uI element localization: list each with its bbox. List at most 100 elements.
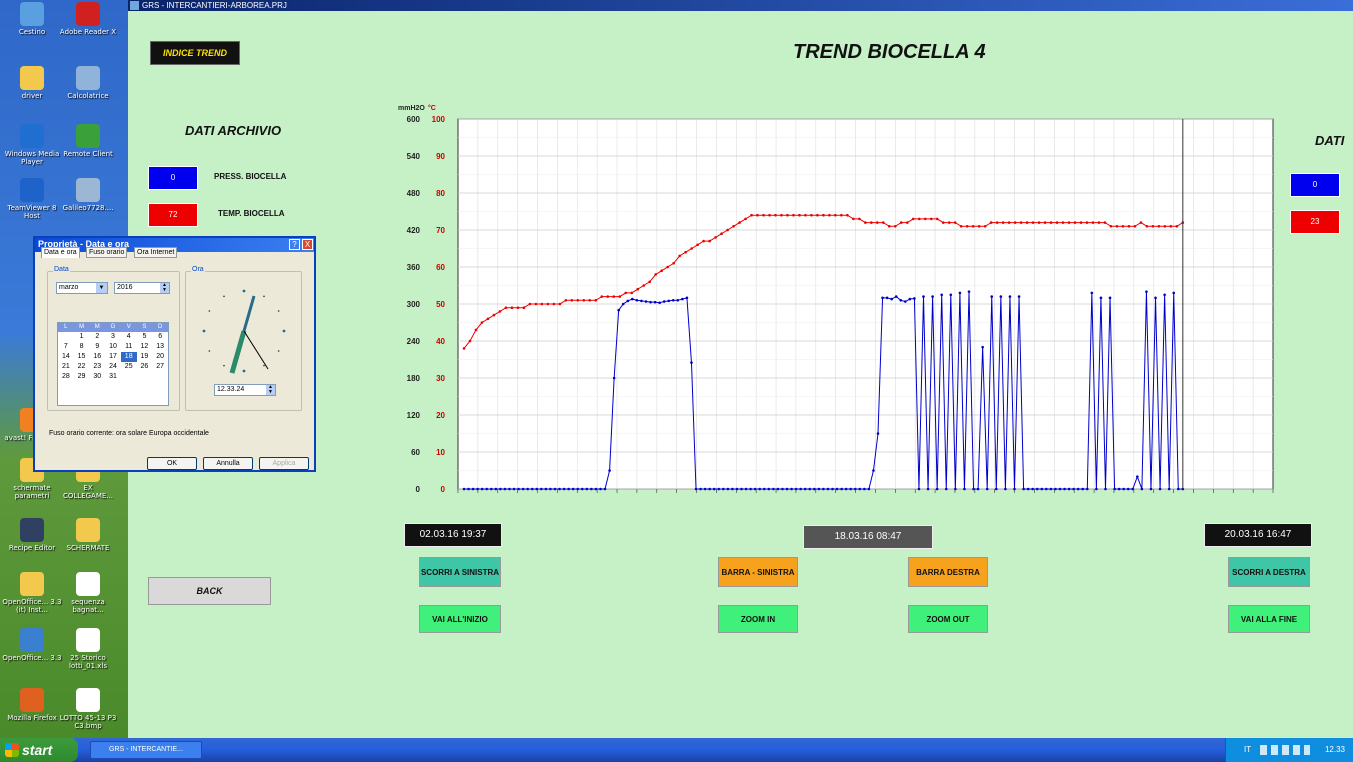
calendar-day[interactable]: 1 (74, 332, 90, 342)
calendar-day[interactable]: 12 (137, 342, 153, 352)
desktop-icon[interactable]: 25 Storico lotti_01.xls (58, 628, 118, 670)
tab-ora-internet[interactable]: Ora Internet (134, 247, 178, 258)
calendar-day[interactable]: 2 (89, 332, 105, 342)
calendar-day[interactable]: 18 (120, 352, 137, 362)
calendar-day[interactable]: 15 (74, 352, 90, 362)
clock-tick (277, 350, 280, 352)
indice-trend-button[interactable]: INDICE TREND (150, 41, 240, 65)
calendar-day[interactable]: 8 (74, 342, 90, 352)
desktop-icon[interactable]: Remote Client (58, 124, 118, 158)
calendar-day[interactable]: 22 (74, 362, 90, 372)
clock[interactable]: 12.33 (1325, 738, 1345, 762)
desktop-icon[interactable]: OpenOffice... 3.3 (2, 628, 62, 662)
calendar-day[interactable]: 21 (58, 362, 74, 372)
series-point (1139, 221, 1143, 224)
desktop-icon-label: Windows Media Player (4, 150, 60, 166)
series-point (1176, 487, 1180, 491)
calendar-day[interactable]: 10 (105, 342, 121, 352)
spinner-arrows-icon[interactable]: ▲ ▼ (160, 283, 169, 293)
desktop-icon[interactable]: Recipe Editor (2, 518, 62, 552)
desktop-icon[interactable]: OpenOffice... 3.3 (it) Inst... (2, 572, 62, 614)
start-button[interactable]: start (0, 738, 78, 762)
desktop-icon[interactable]: Galileo7728.... (58, 178, 118, 212)
applica-button[interactable]: Applica (259, 457, 309, 470)
scorri-destra-button[interactable]: SCORRI A DESTRA (1228, 557, 1310, 587)
series-point (612, 295, 616, 298)
y-left-tick-label: 240 (407, 337, 421, 346)
help-button[interactable]: ? (289, 239, 300, 250)
vai-fine-button[interactable]: VAI ALLA FINE (1228, 605, 1310, 633)
ora-group-label: Ora (191, 266, 205, 273)
series-point (756, 213, 759, 217)
calendar-day[interactable]: 14 (58, 352, 74, 362)
language-indicator[interactable]: IT (1244, 738, 1251, 762)
app-titlebar[interactable]: GRS - INTERCANTIERI-ARBOREA.PRJ (128, 0, 1353, 11)
series-point (1073, 221, 1077, 224)
desktop-icon[interactable]: TeamViewer 8 Host (2, 178, 62, 220)
calendar-day[interactable]: 28 (58, 372, 74, 382)
calendar-day[interactable]: 11 (121, 342, 137, 352)
zoom-in-button[interactable]: ZOOM IN (718, 605, 798, 633)
desktop-icon[interactable]: Mozilla Firefox (2, 688, 62, 722)
calendar-day[interactable]: 3 (105, 332, 121, 342)
calendar-day (121, 372, 137, 382)
calendar-day[interactable]: 6 (152, 332, 168, 342)
calendar-day[interactable]: 5 (137, 332, 153, 342)
month-select[interactable]: marzo ▼ (56, 282, 108, 294)
calendar-day[interactable]: 24 (105, 362, 121, 372)
calendar-day[interactable]: 30 (89, 372, 105, 382)
calendar-day[interactable]: 31 (105, 372, 121, 382)
calendar-day[interactable]: 25 (121, 362, 137, 372)
calendar-day[interactable]: 9 (89, 342, 105, 352)
scorri-sinistra-button[interactable]: SCORRI A SINISTRA (419, 557, 501, 587)
calendar-day[interactable]: 27 (152, 362, 168, 372)
desktop-icon[interactable]: Adobe Reader X (58, 2, 118, 36)
desktop-icon[interactable]: SCHERMATE (58, 518, 118, 552)
tab-fuso-orario[interactable]: Fuso orario (86, 247, 128, 258)
time-spinner[interactable]: 12.33.24 ▲ ▼ (214, 384, 276, 396)
zoom-out-button[interactable]: ZOOM OUT (908, 605, 988, 633)
calendar-day[interactable]: 23 (89, 362, 105, 372)
desktop-icon[interactable]: Cestino (2, 2, 62, 36)
series-point (790, 487, 793, 491)
series-point (767, 487, 771, 491)
year-spinner[interactable]: 2016 ▲ ▼ (114, 282, 170, 294)
series-point (981, 345, 984, 349)
y-right-tick-label: 70 (436, 226, 445, 235)
clock-tick (202, 329, 206, 333)
desktop-icon-label: OpenOffice... 3.3 (it) Inst... (2, 598, 62, 614)
calendar-day[interactable]: 17 (105, 352, 121, 362)
calendar-day[interactable]: 13 (152, 342, 168, 352)
calendar-day[interactable]: 26 (137, 362, 153, 372)
series-point (588, 299, 592, 302)
calendar-day[interactable]: 7 (58, 342, 74, 352)
series-point (671, 299, 675, 302)
ok-button[interactable]: OK (147, 457, 197, 470)
desktop-icon[interactable]: sequenza bagnat... (58, 572, 118, 614)
app-shortcut-icon (76, 66, 100, 90)
barra-sinistra-button[interactable]: BARRA - SINISTRA (718, 557, 798, 587)
press-label: PRESS. BIOCELLA (214, 172, 287, 181)
barra-destra-button[interactable]: BARRA DESTRA (908, 557, 988, 587)
taskbar-item-grs[interactable]: GRS - INTERCANTIE... (90, 741, 202, 759)
vai-inizio-button[interactable]: VAI ALL'INIZIO (419, 605, 501, 633)
desktop-icon[interactable]: Windows Media Player (2, 124, 62, 166)
tab-data-ora[interactable]: Data e ora (41, 247, 80, 258)
spinner-arrows-icon[interactable]: ▲ ▼ (266, 385, 275, 395)
y-right-tick-label: 0 (441, 485, 446, 494)
calendar-day[interactable]: 16 (89, 352, 105, 362)
desktop-icon[interactable]: driver (2, 66, 62, 100)
trend-chart: 600 100540 90480 80420 70360 60300 50240 40180 3… (398, 104, 1274, 494)
tray-icons[interactable] (1260, 745, 1310, 755)
desktop-icon[interactable]: LOTTO 45-13 P3 C3.bmp (58, 688, 118, 730)
desktop-icon[interactable]: Calcolatrice (58, 66, 118, 100)
annulla-button[interactable]: Annulla (203, 457, 253, 470)
chevron-down-icon[interactable]: ▼ (96, 283, 107, 293)
calendar-day[interactable]: 29 (74, 372, 90, 382)
back-button[interactable]: BACK (148, 577, 271, 605)
calendar-day[interactable]: 20 (152, 352, 168, 362)
clock-tick (277, 310, 280, 312)
calendar-day[interactable]: 4 (121, 332, 137, 342)
calendar-day[interactable]: 19 (137, 352, 153, 362)
close-button[interactable]: X (302, 239, 313, 250)
